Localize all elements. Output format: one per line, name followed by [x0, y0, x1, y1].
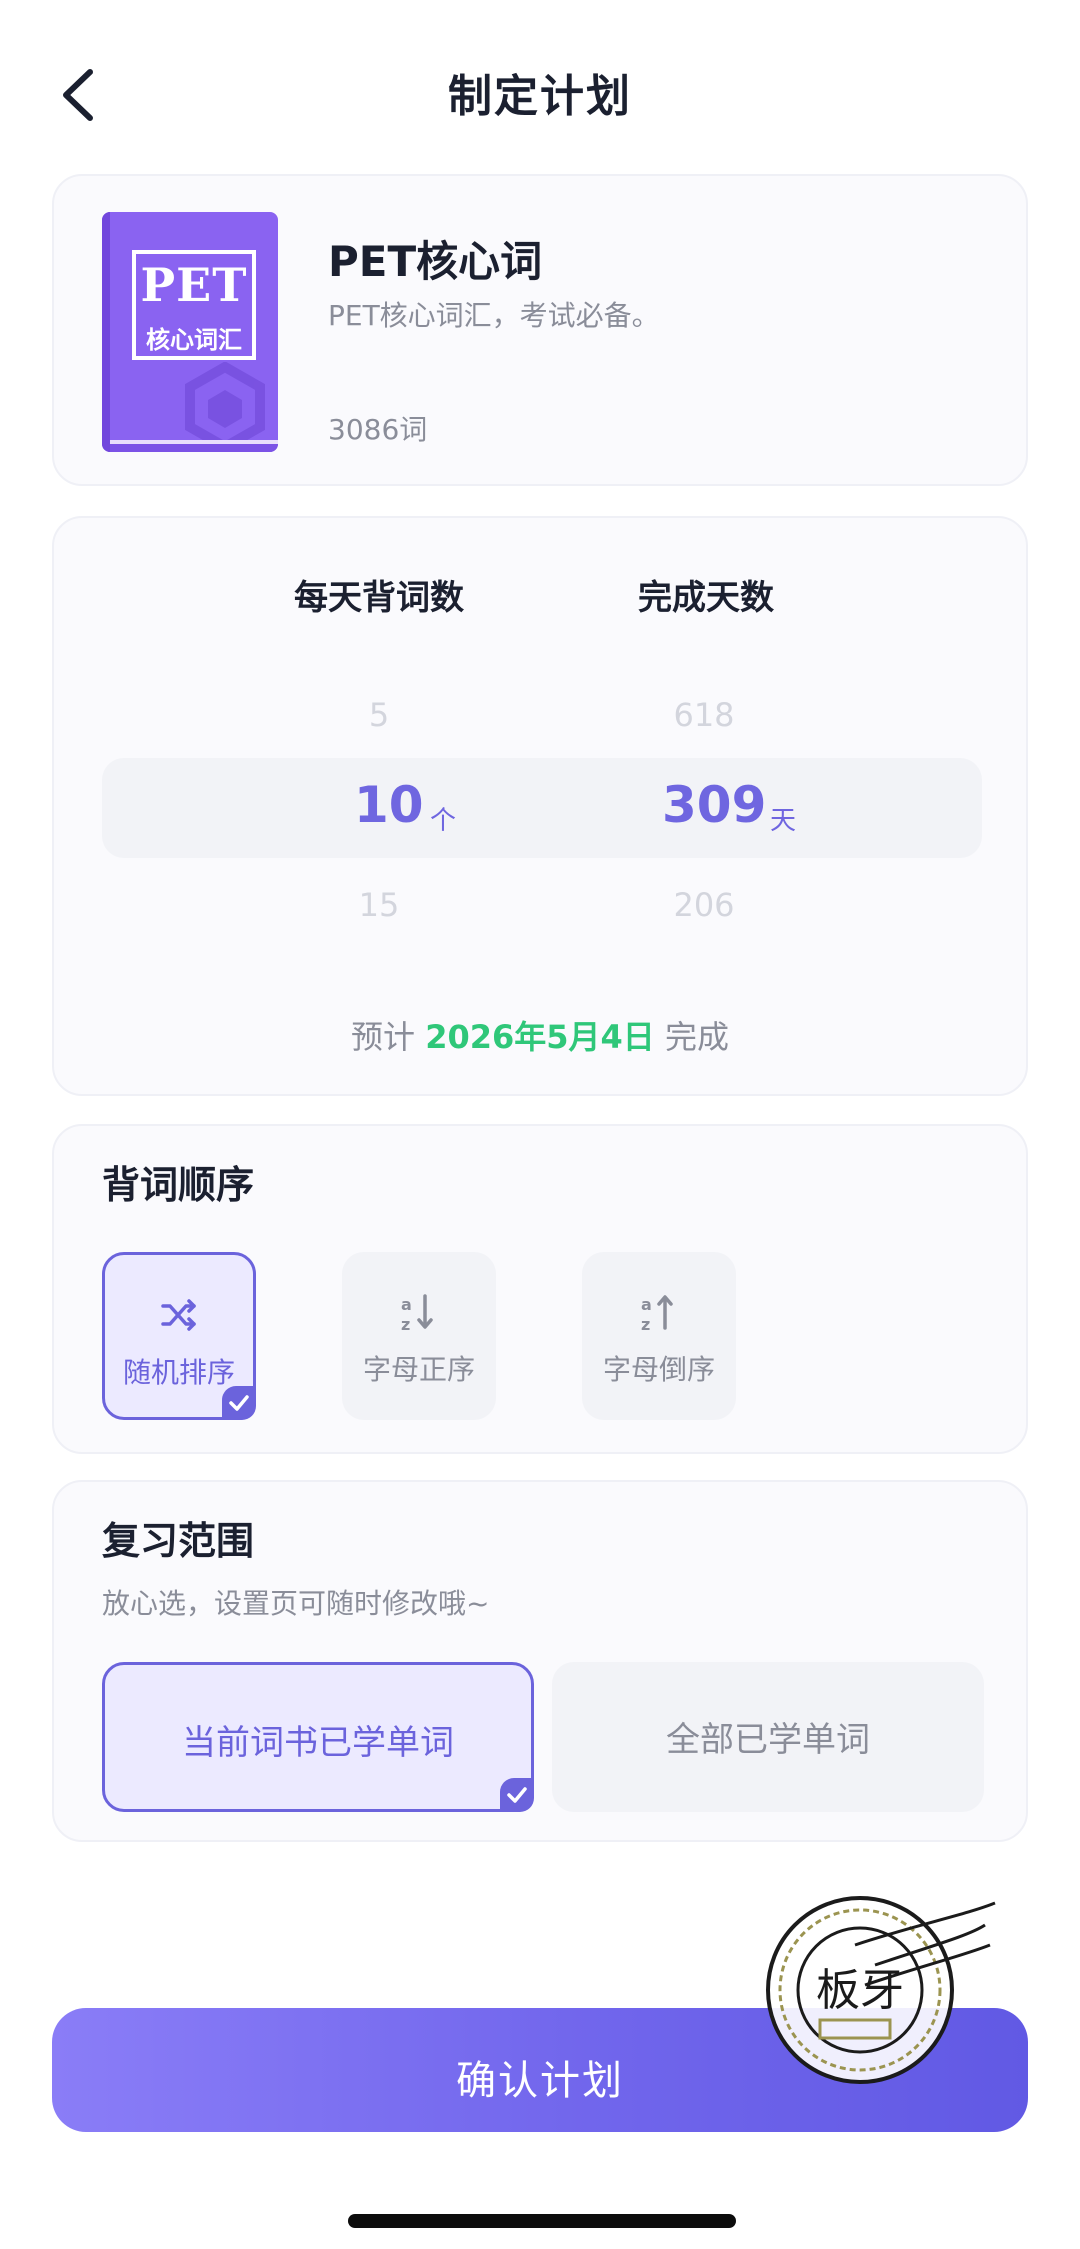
sort-az-icon: a z [401, 1294, 433, 1334]
range-option-current-book[interactable]: 当前词书已学单词 [102, 1662, 534, 1812]
book-card[interactable]: PET 核心词汇 PET核心词 PET核心词汇，考试必备。 3086词 [52, 174, 1028, 486]
home-indicator [348, 2214, 736, 2228]
daily-option-next[interactable]: 15 [279, 886, 479, 924]
stamp-text: 板牙 [816, 1965, 904, 2016]
review-subtitle: 放心选，设置页可随时修改哦~ [102, 1587, 490, 1620]
svg-text:z: z [641, 1315, 650, 1334]
days-option-selected[interactable]: 309 [662, 776, 766, 834]
selected-check [222, 1386, 256, 1420]
daily-option-selected[interactable]: 10 [354, 776, 424, 834]
svg-text:z: z [401, 1315, 410, 1334]
cover-title: PET [140, 258, 248, 312]
picker-selection-band [102, 758, 982, 858]
order-option-label: 字母倒序 [602, 1353, 715, 1386]
nav-bar: 制定计划 [0, 0, 1080, 190]
days-option-next[interactable]: 206 [604, 886, 804, 924]
estimate-date: 2026年5月4日 [425, 1018, 655, 1056]
order-title: 背词顺序 [102, 1163, 255, 1207]
book-pages [110, 440, 278, 452]
review-title: 复习范围 [102, 1519, 255, 1563]
book-title: PET核心词 [328, 237, 543, 286]
hexagon-icon [185, 362, 265, 452]
days-heading: 完成天数 [638, 578, 774, 618]
range-option-all[interactable]: 全部已学单词 [552, 1662, 984, 1812]
book-word-count: 3086词 [328, 413, 428, 446]
range-option-label: 当前词书已学单词 [182, 1723, 454, 1763]
svg-text:a: a [401, 1295, 412, 1314]
daily-option-prev[interactable]: 5 [279, 696, 479, 734]
order-option-za[interactable]: a z 字母倒序 [582, 1252, 736, 1420]
check-icon [507, 1787, 527, 1803]
days-option-prev[interactable]: 618 [604, 696, 804, 734]
estimate-text: 预计 2026年5月4日 完成 [54, 1012, 1026, 1058]
daily-count-heading: 每天背词数 [294, 578, 464, 618]
sort-za-icon: a z [641, 1295, 673, 1334]
range-option-label: 全部已学单词 [666, 1720, 870, 1760]
order-option-az[interactable]: a z 字母正序 [342, 1252, 496, 1420]
order-option-random[interactable]: 随机排序 [102, 1252, 256, 1420]
order-card: 背词顺序 随机排序 a z 字母正序 a z 字母倒序 [52, 1124, 1028, 1454]
daily-unit: 个 [430, 806, 457, 836]
order-option-label: 随机排序 [122, 1356, 235, 1389]
book-description: PET核心词汇，考试必备。 [328, 299, 660, 332]
page-title: 制定计划 [448, 71, 632, 122]
selected-check [500, 1778, 534, 1812]
shuffle-icon [161, 1299, 196, 1331]
check-icon [229, 1395, 249, 1411]
days-unit: 天 [770, 806, 797, 836]
order-option-label: 字母正序 [362, 1353, 475, 1386]
book-cover: PET 核心词汇 [102, 212, 278, 452]
svg-text:a: a [641, 1295, 652, 1314]
plan-card: 每天背词数 完成天数 5 10 个 15 618 309 天 206 预计 20… [52, 516, 1028, 1096]
estimate-suffix: 完成 [664, 1018, 729, 1056]
cover-subtitle: 核心词汇 [146, 326, 242, 354]
estimate-prefix: 预计 [351, 1018, 416, 1056]
watermark-stamp: 板牙 [766, 1896, 996, 2084]
book-spine [102, 212, 110, 452]
review-card: 复习范围 放心选，设置页可随时修改哦~ 当前词书已学单词 全部已学单词 [52, 1480, 1028, 1842]
